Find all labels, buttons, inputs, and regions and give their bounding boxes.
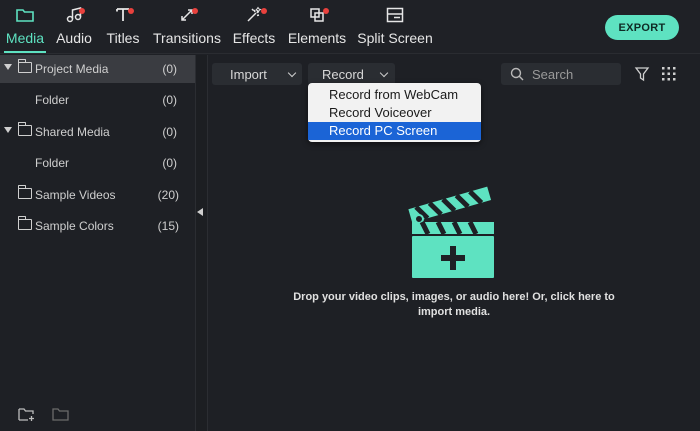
music-note-icon (54, 6, 94, 28)
expand-arrow-icon[interactable] (4, 127, 12, 133)
tab-media[interactable]: Media (4, 6, 46, 53)
notification-dot (79, 8, 85, 14)
notification-dot (323, 8, 329, 14)
sidebar-item-count: (15) (157, 219, 179, 233)
panel-divider[interactable] (195, 55, 208, 431)
chevron-down-icon (379, 68, 389, 78)
folder-icon (4, 6, 46, 28)
sidebar-item-label: Sample Videos (35, 188, 116, 202)
chevron-down-icon (287, 68, 297, 78)
tab-transitions[interactable]: Transitions (151, 6, 223, 50)
sidebar-item-count: (0) (162, 62, 177, 76)
sidebar-item-label: Folder (35, 93, 70, 107)
tab-elements[interactable]: Elements (287, 6, 347, 50)
sidebar-item-label: Shared Media (35, 125, 110, 139)
sidebar-item-label: Sample Colors (35, 219, 114, 233)
tab-split-screen[interactable]: Split Screen (356, 6, 434, 50)
sidebar-item-sample-colors[interactable]: Sample Colors (15) (0, 212, 195, 240)
record-button[interactable]: Record (308, 63, 395, 85)
grid-view-icon[interactable] (662, 67, 676, 81)
sidebar-item-project-media[interactable]: Project Media (0) (0, 55, 195, 83)
sidebar-item-count: (0) (162, 125, 177, 139)
expand-arrow-icon[interactable] (4, 64, 12, 70)
sidebar-item-label: Folder (35, 156, 70, 170)
media-library-panel: Import Record Search Drop your video cli… (209, 55, 700, 431)
search-icon (510, 67, 524, 81)
notification-dot (128, 8, 134, 14)
record-label: Record (322, 67, 364, 82)
folder-icon[interactable] (52, 406, 70, 427)
new-folder-icon[interactable] (18, 406, 36, 427)
folder-icon (17, 216, 32, 230)
tab-label: Effects (232, 30, 276, 46)
effects-icon (231, 6, 277, 28)
sidebar-item-label: Project Media (35, 62, 109, 76)
tab-titles[interactable]: Titles (104, 6, 142, 50)
sidebar-footer (0, 401, 195, 431)
sidebar-item-sample-videos[interactable]: Sample Videos (20) (0, 181, 195, 209)
filter-icon[interactable] (634, 66, 650, 82)
sidebar-item-count: (0) (162, 156, 177, 170)
search-placeholder: Search (532, 67, 574, 82)
sidebar-item-count: (0) (162, 93, 177, 107)
sidebar-item-folder[interactable]: Folder (0) (0, 86, 195, 114)
tab-label: Titles (106, 30, 140, 46)
folder-icon (17, 122, 32, 136)
import-button[interactable]: Import (212, 63, 302, 85)
export-button[interactable]: EXPORT (605, 15, 679, 40)
tab-label: Split Screen (357, 30, 433, 46)
folder-icon (17, 59, 32, 73)
tab-label: Audio (56, 30, 92, 46)
text-icon (104, 6, 142, 28)
menu-item-record-webcam[interactable]: Record from WebCam (308, 86, 481, 104)
notification-dot (261, 8, 267, 14)
record-menu: Record from WebCam Record Voiceover Reco… (308, 83, 481, 142)
tab-label: Media (5, 30, 45, 46)
tab-label: Elements (287, 30, 347, 46)
clapperboard-icon[interactable] (406, 181, 502, 281)
menu-item-record-voiceover[interactable]: Record Voiceover (308, 104, 481, 122)
sidebar-item-folder[interactable]: Folder (0) (0, 149, 195, 177)
import-label: Import (230, 67, 267, 82)
sidebar-item-shared-media[interactable]: Shared Media (0) (0, 118, 195, 146)
menu-item-record-pc-screen[interactable]: Record PC Screen (308, 122, 481, 140)
elements-icon (287, 6, 347, 28)
tab-label: Transitions (153, 30, 221, 46)
split-screen-icon (356, 6, 434, 28)
folder-icon (17, 185, 32, 199)
drop-zone-text[interactable]: Drop your video clips, images, or audio … (289, 290, 619, 320)
sidebar-item-count: (20) (157, 188, 179, 202)
top-toolbar: Media Audio Titles Transitions Effects E… (0, 0, 700, 54)
collapse-sidebar-icon[interactable] (197, 208, 203, 216)
search-input[interactable]: Search (501, 63, 621, 85)
tab-effects[interactable]: Effects (231, 6, 277, 50)
notification-dot (192, 8, 198, 14)
tab-audio[interactable]: Audio (54, 6, 94, 50)
transition-icon (151, 6, 223, 28)
media-sidebar: Project Media (0) Folder (0) Shared Medi… (0, 55, 195, 431)
